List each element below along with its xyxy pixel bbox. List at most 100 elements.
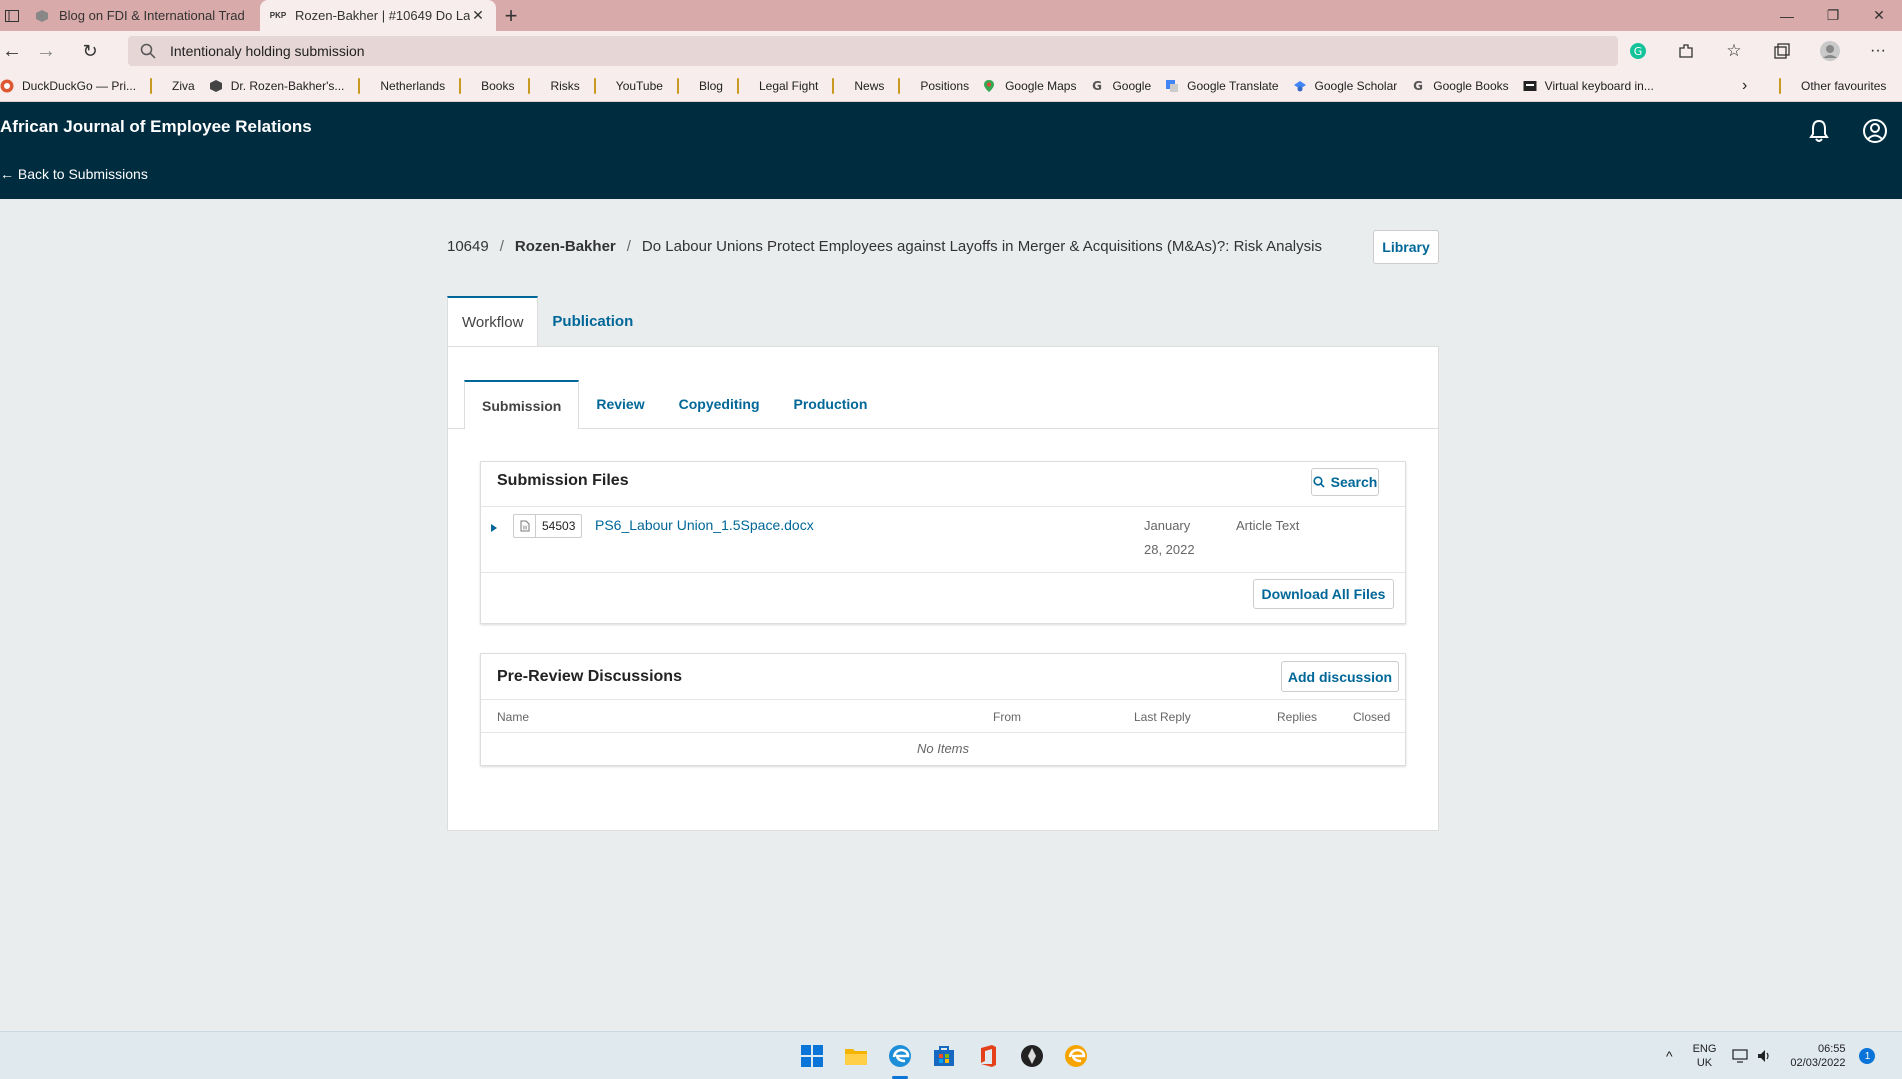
tab-publication[interactable]: Publication — [538, 296, 647, 347]
other-favourites[interactable]: Other favourites — [1779, 71, 1886, 101]
bookmark-item[interactable]: Google Maps — [983, 79, 1076, 93]
file-name-link[interactable]: PS6_Labour Union_1.5Space.docx — [595, 517, 814, 533]
file-id-badge: W 54503 — [513, 514, 583, 538]
minimize-icon[interactable]: — — [1764, 0, 1810, 31]
bookmark-item[interactable]: G Google — [1090, 79, 1152, 93]
bookmark-item[interactable]: Google Translate — [1165, 79, 1279, 93]
address-bar[interactable]: Intentionaly holding submission — [128, 36, 1618, 66]
microsoft-store-icon[interactable] — [931, 1043, 957, 1069]
profile-icon[interactable] — [1806, 31, 1854, 71]
tab-submission[interactable]: Submission — [464, 380, 580, 429]
bookmark-item[interactable]: YouTube — [593, 78, 663, 94]
cube-icon — [34, 8, 50, 24]
bookmark-item[interactable]: Dr. Rozen-Bakher's... — [209, 79, 345, 93]
bookmark-label: YouTube — [615, 79, 663, 93]
collections-icon[interactable] — [1758, 31, 1806, 71]
bookmark-label: Blog — [698, 79, 723, 93]
breadcrumb-separator: / — [499, 238, 504, 255]
tab-actions-icon[interactable] — [0, 0, 24, 31]
bookmark-label: Google Maps — [1005, 79, 1077, 93]
folder-icon — [593, 78, 610, 94]
search-files-button[interactable]: Search — [1311, 468, 1379, 496]
app-icon[interactable] — [1019, 1043, 1045, 1069]
tab-review[interactable]: Review — [579, 380, 661, 428]
file-explorer-icon[interactable] — [843, 1043, 869, 1069]
folder-icon — [459, 78, 475, 94]
submission-files-panel: Submission Files Search W 54503 PS6_Labo… — [480, 461, 1406, 624]
forward-arrow-icon[interactable]: → — [24, 31, 68, 71]
bookmarks-bar: DuckDuckGo — Pri... Ziva Dr. Rozen-Bakher'… — [0, 71, 1902, 102]
bookmarks-overflow-chevron-icon[interactable]: › — [1742, 71, 1747, 101]
back-arrow-icon[interactable]: ← — [0, 31, 24, 71]
journal-title[interactable]: African Journal of Employee Relations — [0, 117, 312, 137]
window-controls: — ❐ ✕ — [1764, 0, 1902, 31]
pkp-favicon: PKP — [269, 11, 287, 20]
bookmark-item[interactable]: DuckDuckGo — Pri... — [0, 79, 136, 93]
bookmark-item[interactable]: Positions — [898, 78, 969, 94]
column-header-from: From — [993, 710, 1021, 724]
folder-icon — [832, 78, 848, 94]
volume-icon[interactable] — [1756, 1048, 1772, 1064]
back-to-submissions-link[interactable]: ← Back to Submissions — [0, 166, 148, 182]
user-account-icon[interactable] — [1862, 118, 1888, 144]
bookmark-item[interactable]: Ziva — [150, 78, 195, 94]
other-favourites-label: Other favourites — [1801, 79, 1887, 93]
new-tab-button[interactable]: + — [496, 0, 526, 31]
window-close-icon[interactable]: ✕ — [1856, 0, 1902, 31]
tab-production[interactable]: Production — [777, 380, 885, 428]
edge-browser-icon[interactable] — [887, 1043, 913, 1069]
google-icon: G — [1411, 79, 1427, 93]
refresh-icon[interactable]: ↻ — [68, 31, 112, 71]
bookmark-label: Google Translate — [1187, 79, 1279, 93]
main-tabs: Workflow Publication — [447, 296, 647, 347]
bookmark-label: DuckDuckGo — Pri... — [22, 79, 137, 93]
notification-badge[interactable]: 1 — [1859, 1048, 1876, 1064]
bookmark-label: Virtual keyboard in... — [1544, 79, 1654, 93]
edge-canary-icon[interactable] — [1063, 1043, 1089, 1069]
column-header-name: Name — [497, 710, 530, 724]
language-indicator[interactable]: ENG UK — [1693, 1042, 1717, 1070]
library-button[interactable]: Library — [1373, 230, 1439, 264]
breadcrumb-separator: / — [626, 238, 631, 255]
bookmark-label: Google Scholar — [1314, 79, 1398, 93]
windows-start-icon[interactable] — [799, 1043, 825, 1069]
submission-author: Rozen-Bakher — [514, 238, 616, 255]
bookmark-label: Dr. Rozen-Bakher's... — [230, 79, 345, 93]
more-menu-icon[interactable]: ··· — [1854, 31, 1902, 71]
bookmark-item[interactable]: G Google Books — [1411, 79, 1508, 93]
close-icon[interactable]: ✕ — [470, 7, 486, 24]
tab-copyediting[interactable]: Copyediting — [662, 380, 777, 428]
tray-chevron-icon[interactable]: ^ — [1666, 1048, 1673, 1064]
submission-files-title: Submission Files — [497, 472, 629, 489]
folder-icon — [150, 78, 166, 94]
favourites-icon[interactable]: ☆ — [1710, 31, 1758, 71]
column-header-closed: Closed — [1353, 710, 1391, 724]
bookmark-item[interactable]: Virtual keyboard in... — [1523, 79, 1654, 93]
bell-icon[interactable] — [1806, 118, 1832, 144]
bookmark-item[interactable]: Google Scholar — [1293, 79, 1398, 93]
restore-icon[interactable]: ❐ — [1810, 0, 1856, 31]
browser-tab-blog[interactable]: Blog on FDI & International Trad — [24, 0, 260, 31]
browser-tab-submission[interactable]: PKP Rozen-Bakher | #10649 Do Labo ✕ — [260, 0, 496, 31]
expand-caret-icon[interactable] — [491, 524, 497, 532]
office-icon[interactable] — [975, 1043, 1001, 1069]
clock[interactable]: 06:55 02/03/2022 — [1790, 1042, 1845, 1070]
download-all-files-button[interactable]: Download All Files — [1253, 579, 1394, 609]
bookmark-item[interactable]: Books — [459, 78, 514, 94]
folder-icon — [736, 78, 753, 94]
folder-icon — [358, 78, 374, 94]
bookmark-label: Netherlands — [380, 79, 446, 93]
tab-workflow[interactable]: Workflow — [447, 296, 539, 347]
extensions-icon[interactable] — [1662, 31, 1710, 71]
bookmark-item[interactable]: Legal Fight — [736, 78, 818, 94]
bookmark-item[interactable]: Risks — [528, 78, 580, 94]
add-discussion-button[interactable]: Add discussion — [1281, 661, 1399, 692]
subtabs-divider — [448, 428, 1438, 429]
row-divider — [481, 732, 1405, 733]
bookmark-item[interactable]: Blog — [676, 78, 723, 94]
bookmark-label: Ziva — [172, 79, 195, 93]
bookmark-item[interactable]: Netherlands — [358, 78, 446, 94]
grammarly-icon[interactable]: G — [1614, 31, 1662, 71]
bookmark-item[interactable]: News — [832, 78, 884, 94]
network-icon[interactable] — [1732, 1048, 1749, 1064]
